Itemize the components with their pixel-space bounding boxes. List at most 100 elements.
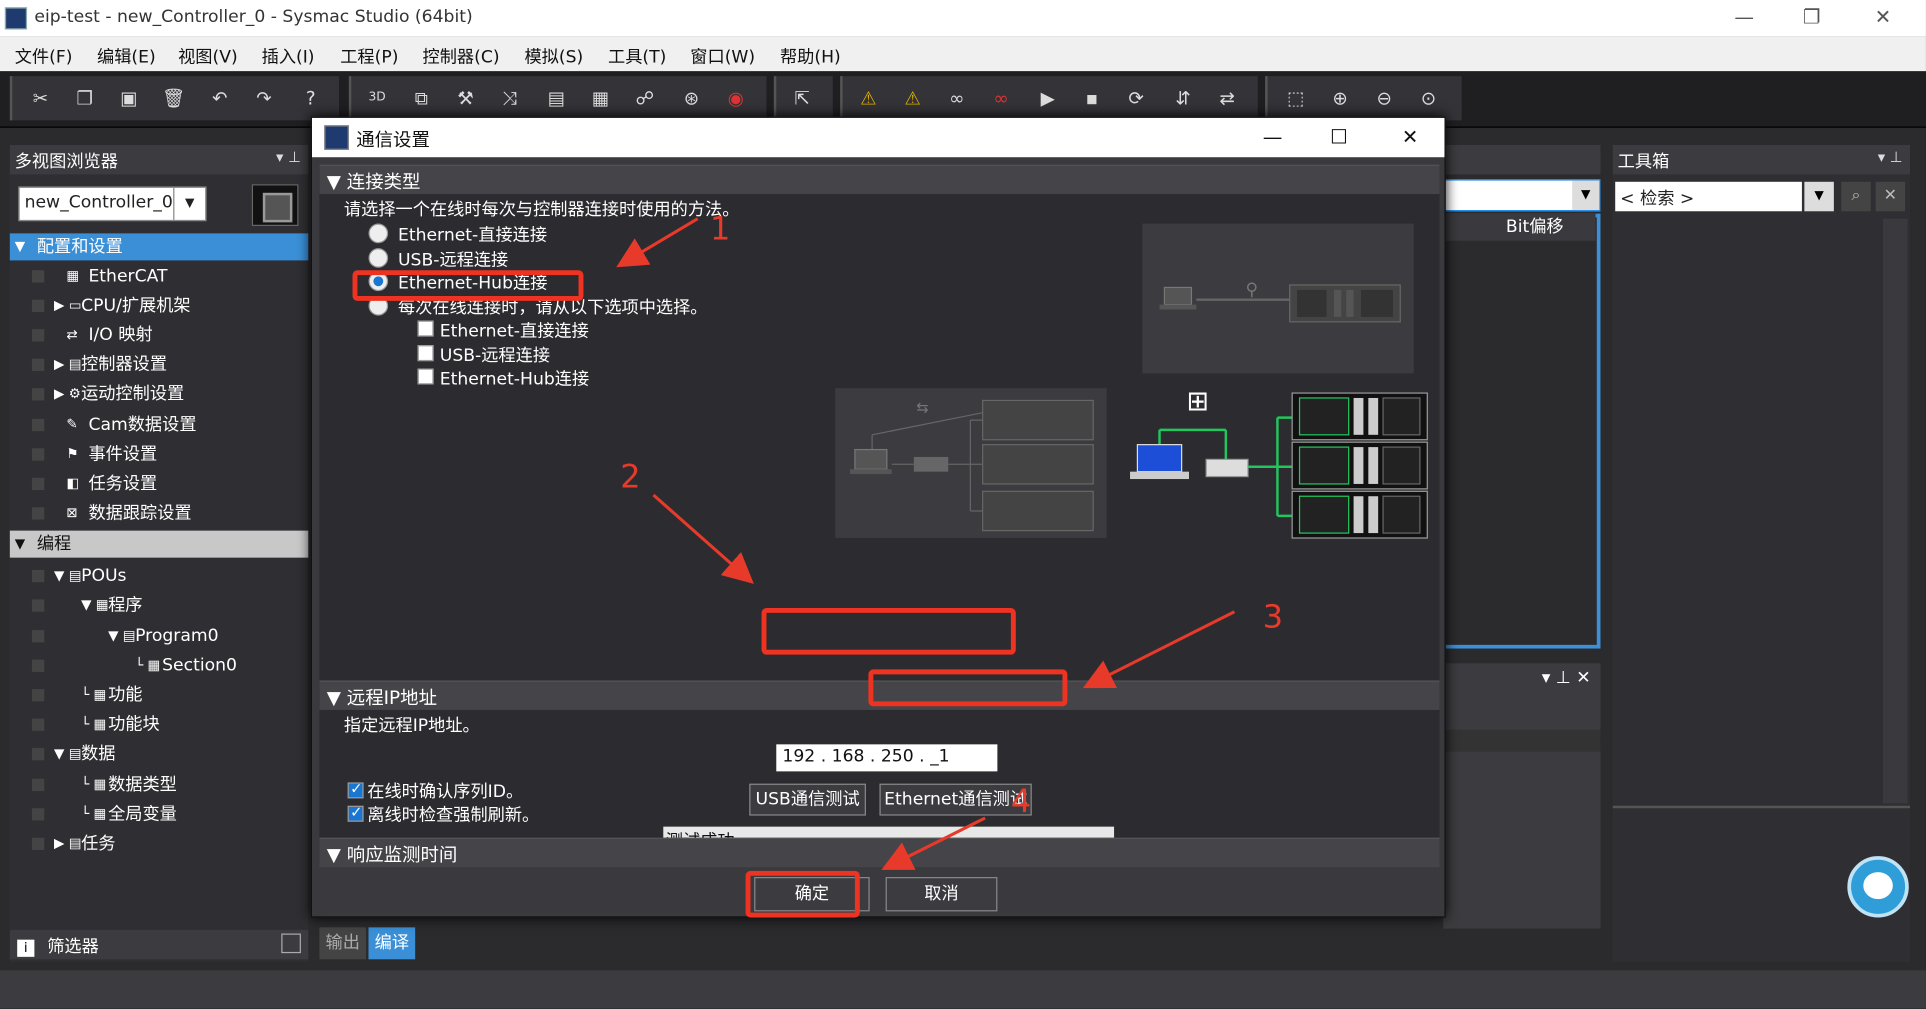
online-icon[interactable]: ⇱ xyxy=(791,87,813,109)
table-icon[interactable]: ▦ xyxy=(590,87,612,109)
menu-tools[interactable]: 工具(T) xyxy=(608,44,666,69)
compare-icon[interactable]: ⤨ xyxy=(499,87,521,109)
paste-icon[interactable]: ▣ xyxy=(118,87,140,109)
tree-item[interactable]: └ ▦ 功能 xyxy=(10,682,308,709)
pin-icon[interactable]: ▾ ⊥ xyxy=(276,149,301,166)
cut-icon[interactable]: ✂ xyxy=(29,87,51,109)
copy-icon[interactable]: ❐ xyxy=(74,87,96,109)
chevron-down-icon[interactable]: ▼ xyxy=(173,187,205,220)
zoom-in-icon[interactable]: ⊕ xyxy=(1329,87,1351,109)
radio-usb-remote[interactable] xyxy=(368,248,389,268)
tree-item[interactable]: ▶ ▤ 控制器设置 xyxy=(10,351,308,378)
chevron-down-icon[interactable]: ▼ xyxy=(1572,180,1600,211)
help-cursor-icon[interactable]: ? xyxy=(300,87,322,109)
network-diagram-small: ⚲ xyxy=(1159,280,1401,323)
3d-view-icon[interactable]: 3D xyxy=(366,87,388,109)
reset-icon[interactable]: ⟳ xyxy=(1125,87,1147,109)
window-icon[interactable]: ⧉ xyxy=(410,87,432,109)
chat-help-icon[interactable] xyxy=(1847,856,1909,918)
zoom-out-icon[interactable]: ⊖ xyxy=(1373,87,1395,109)
tree-item[interactable]: ⊠ 数据跟踪设置 xyxy=(10,500,308,527)
menu-project[interactable]: 工程(P) xyxy=(340,44,398,69)
tree-item[interactable]: ▶ ▤ 任务 xyxy=(10,830,308,857)
tree-item[interactable]: ▼ ▤ Program0 xyxy=(10,623,308,650)
tree-item[interactable]: ▼ 编程 xyxy=(9,530,309,558)
checkbox-confirm-serial-id[interactable] xyxy=(347,780,364,799)
transfer-icon[interactable]: ⇄ xyxy=(1216,87,1238,109)
step-icon[interactable]: ▪ xyxy=(1081,87,1103,109)
tree-item[interactable]: ⚑ 事件设置 xyxy=(10,441,308,468)
tree-item[interactable]: ▼ ▤ 数据 xyxy=(10,741,308,768)
tree-item-icon: ⇄ xyxy=(66,326,78,343)
checkbox-sub-ethernet-direct[interactable] xyxy=(417,320,434,337)
sync-icon[interactable]: ⇵ xyxy=(1172,87,1194,109)
ethernet-test-button[interactable]: Ethernet通信测试 xyxy=(879,783,1032,816)
warning-icon[interactable]: ⚠ xyxy=(857,87,879,109)
dialog-minimize-button[interactable]: — xyxy=(1248,122,1297,154)
tab-output[interactable]: 输出 xyxy=(319,927,367,960)
tab-build[interactable]: 编译 xyxy=(368,927,416,960)
tree-item[interactable]: └ ▦ 数据类型 xyxy=(10,771,308,798)
pin-icon[interactable]: ▾ ⊥ xyxy=(1878,149,1903,166)
undo-icon[interactable]: ↶ xyxy=(209,87,231,109)
minimize-button[interactable]: — xyxy=(1720,2,1769,34)
network-icon[interactable]: ☍ xyxy=(634,87,656,109)
tree-item[interactable]: ▶ ⚙ 运动控制设置 xyxy=(10,381,308,408)
clear-icon[interactable]: ✕ xyxy=(1875,181,1906,212)
menu-edit[interactable]: 编辑(E) xyxy=(97,44,156,69)
section-response-time[interactable]: ▼ 响应监测时间 xyxy=(319,837,1440,868)
tree-item[interactable]: ▶ ▭ CPU/扩展机架 xyxy=(10,292,308,319)
warning-off-icon[interactable]: ⚠ xyxy=(902,87,924,109)
menu-insert[interactable]: 插入(I) xyxy=(262,44,315,69)
tree-item[interactable]: ▼ ▦ 程序 xyxy=(10,592,308,619)
radio-ethernet-direct[interactable] xyxy=(368,223,389,244)
menu-view[interactable]: 视图(V) xyxy=(178,44,238,69)
remote-ip-input[interactable]: 192 . 168 . 250 . _1 xyxy=(776,744,998,772)
chevron-down-icon[interactable]: ▼ xyxy=(1804,181,1834,212)
tree-item[interactable]: └ ▦ Section0 xyxy=(10,652,308,679)
tree-item[interactable]: └ ▦ 功能块 xyxy=(10,711,308,738)
expand-icon[interactable] xyxy=(281,933,301,954)
run-icon[interactable]: ▶ xyxy=(1037,87,1059,109)
controller-select[interactable]: new_Controller_0 ▼ xyxy=(18,186,207,222)
toolbox-search-input[interactable]: < 检索 > xyxy=(1615,181,1802,212)
usb-test-button[interactable]: USB通信测试 xyxy=(749,783,866,816)
redo-icon[interactable]: ↷ xyxy=(253,87,275,109)
section-connection-type-label: 连接类型 xyxy=(346,170,421,193)
tree-item[interactable]: ◧ 任务设置 xyxy=(10,470,308,497)
stop-icon[interactable]: ◉ xyxy=(725,87,747,109)
checkbox-sub-usb-remote[interactable] xyxy=(417,345,434,362)
force-icon[interactable]: ∞ xyxy=(946,87,968,109)
monitor-icon[interactable]: ▤ xyxy=(545,87,567,109)
dialog-close-button[interactable]: ✕ xyxy=(1386,122,1435,154)
fit-icon[interactable]: ⬚ xyxy=(1285,87,1307,109)
menu-file[interactable]: 文件(F) xyxy=(15,44,73,69)
force-clear-icon[interactable]: ∞ xyxy=(990,87,1012,109)
restore-button[interactable]: ❐ xyxy=(1787,2,1836,34)
search-icon[interactable]: ⌕ xyxy=(1841,181,1871,212)
pin-close-icon[interactable]: ▾ ⊥ ✕ xyxy=(1542,668,1591,688)
filter-bar[interactable]: i 筛选器 xyxy=(9,929,309,960)
checkbox-check-force-refresh[interactable] xyxy=(347,803,364,822)
tree-item[interactable]: ▼ 配置和设置 xyxy=(9,233,309,261)
delete-icon[interactable]: 🗑 xyxy=(162,87,185,109)
cancel-button[interactable]: 取消 xyxy=(885,877,998,912)
dialog-maximize-button[interactable]: ☐ xyxy=(1314,122,1363,154)
menu-controller[interactable]: 控制器(C) xyxy=(423,44,500,69)
tree-item[interactable]: ▦ EtherCAT xyxy=(10,263,308,290)
tree-item[interactable]: └ ▦ 全局变量 xyxy=(10,801,308,828)
zoom-reset-icon[interactable]: ⊙ xyxy=(1417,87,1439,109)
menu-help[interactable]: 帮助(H) xyxy=(780,44,841,69)
checkbox-sub-ethernet-hub[interactable] xyxy=(417,368,434,385)
section-connection-type[interactable]: ▼ 连接类型 xyxy=(319,164,1440,195)
tree-item[interactable]: ▼ ▤ POUs xyxy=(10,563,308,590)
tree-item[interactable]: ⇄ I/O 映射 xyxy=(10,322,308,349)
middle-dropdown[interactable]: ▼ xyxy=(1443,179,1601,212)
toolbox-scrollbar[interactable] xyxy=(1882,218,1908,804)
menu-window[interactable]: 窗口(W) xyxy=(690,44,755,69)
close-button[interactable]: ✕ xyxy=(1858,2,1907,34)
tree-item[interactable]: ✎ Cam数据设置 xyxy=(10,411,308,438)
binoculars-icon[interactable]: ⊛ xyxy=(680,87,702,109)
menu-simulation[interactable]: 模拟(S) xyxy=(524,44,583,69)
build-icon[interactable]: ⚒ xyxy=(454,87,476,109)
